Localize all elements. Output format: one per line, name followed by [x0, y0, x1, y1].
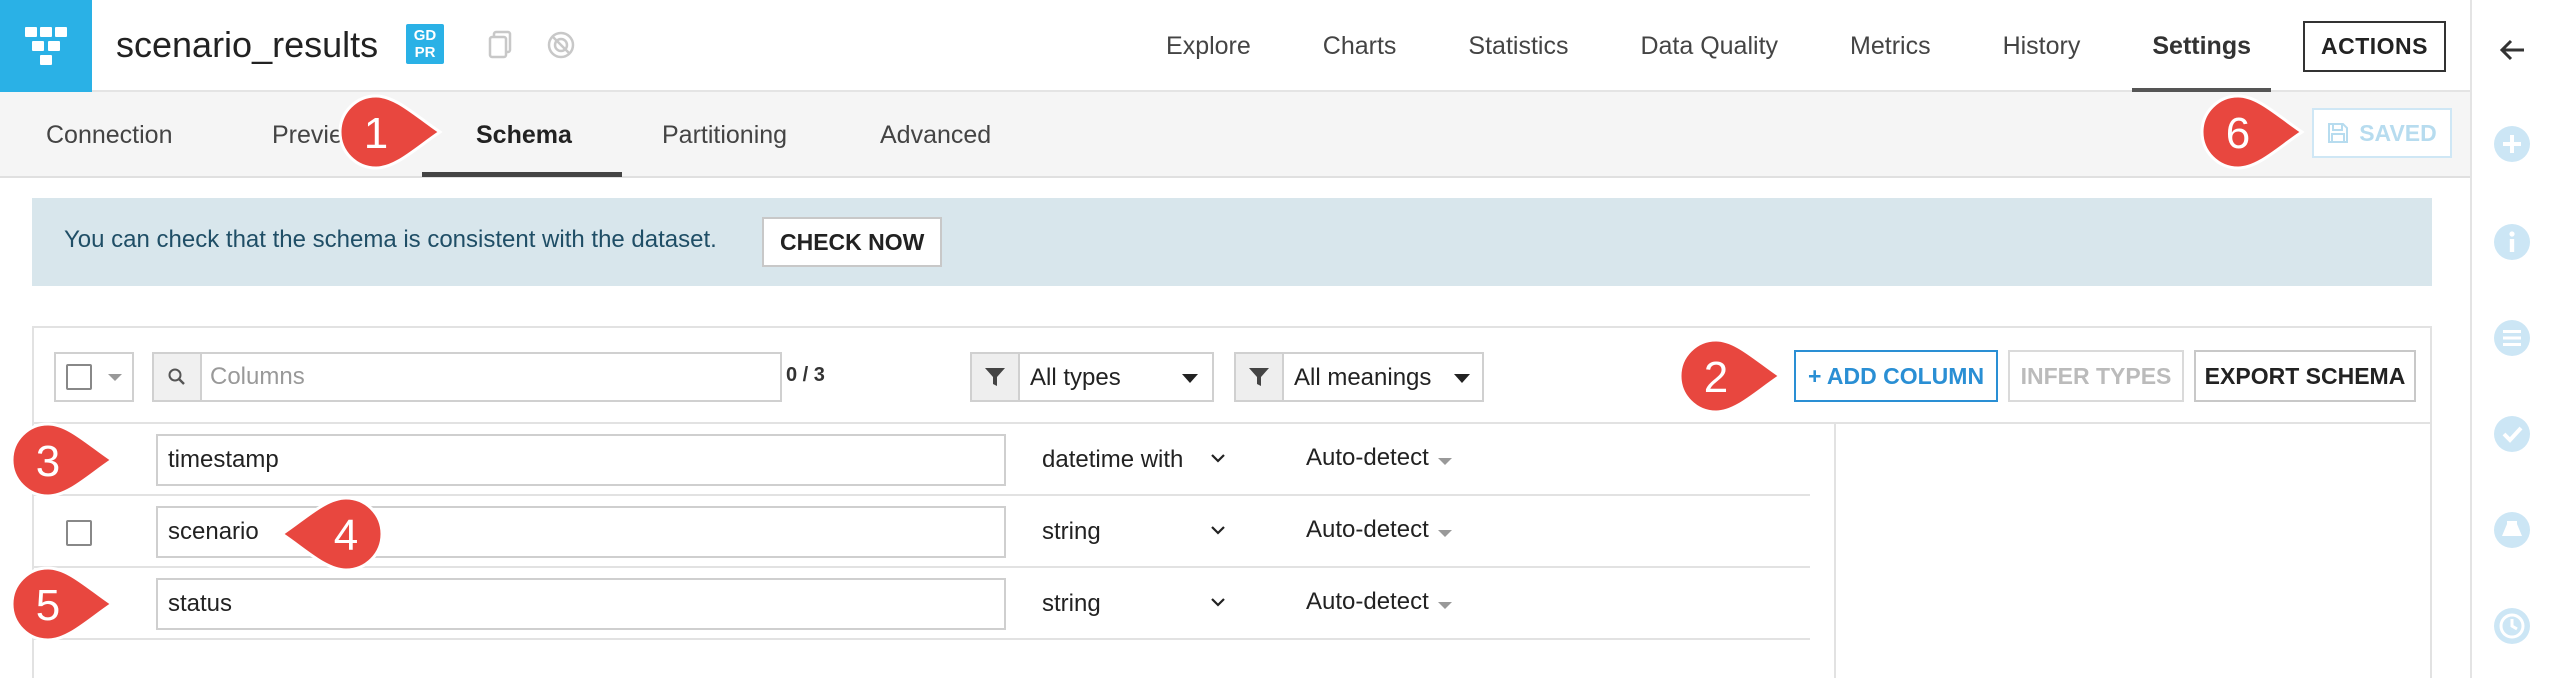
- meaning-filter-label: All meanings: [1294, 364, 1432, 391]
- column-count: 0 / 3: [786, 364, 825, 386]
- saved-label: SAVED: [2359, 119, 2437, 146]
- type-filter-select[interactable]: All types: [970, 352, 1214, 402]
- gdpr-badge-line1: GD: [413, 27, 437, 44]
- watch-icon[interactable]: [544, 28, 578, 62]
- caret-down-icon: [1438, 530, 1452, 537]
- dataset-icon[interactable]: [0, 0, 92, 92]
- app-root: scenario_results GD PR Explore Charts St…: [0, 0, 2552, 678]
- callout-number: 6: [2226, 109, 2250, 158]
- column-type-select[interactable]: string: [1042, 518, 1101, 546]
- dataset-title[interactable]: scenario_results: [116, 22, 378, 68]
- filter-icon-box: [972, 354, 1020, 400]
- table-row: 1 timestamp datetime with Auto-detect: [34, 424, 1810, 496]
- callout-marker-5: 5: [10, 566, 115, 642]
- lab-icon[interactable]: [2492, 510, 2532, 550]
- infer-types-button[interactable]: INFER TYPES: [2008, 350, 2184, 402]
- select-all-dropdown[interactable]: [54, 352, 134, 402]
- banner-text: You can check that the schema is consist…: [64, 226, 717, 253]
- copy-icon[interactable]: [484, 28, 518, 62]
- schema-panel: 0 / 3 All types All meanings: [32, 326, 2432, 678]
- schema-check-banner: You can check that the schema is consist…: [32, 198, 2432, 286]
- tab-schema[interactable]: Schema: [476, 92, 572, 178]
- floppy-icon: [2328, 123, 2349, 143]
- nav-explore[interactable]: Explore: [1166, 0, 1251, 92]
- search-icon: [168, 368, 185, 385]
- callout-number: 3: [36, 437, 60, 486]
- callout-marker-1: 1: [338, 94, 443, 170]
- schema-toolbar: 0 / 3 All types All meanings: [34, 328, 2430, 424]
- saved-button[interactable]: SAVED: [2312, 108, 2452, 158]
- chevron-down-icon[interactable]: [1208, 520, 1228, 540]
- chevron-down-icon: [108, 374, 122, 381]
- filter-icon: [985, 368, 1005, 386]
- nav-statistics[interactable]: Statistics: [1468, 0, 1568, 92]
- top-nav: Explore Charts Statistics Data Quality M…: [1166, 0, 2470, 92]
- chevron-down-icon[interactable]: [1208, 592, 1228, 612]
- nav-settings[interactable]: Settings: [2132, 0, 2271, 92]
- nav-data-quality[interactable]: Data Quality: [1640, 0, 1778, 92]
- tab-partitioning[interactable]: Partitioning: [662, 92, 787, 178]
- gdpr-badge[interactable]: GD PR: [406, 24, 444, 64]
- column-search[interactable]: [152, 352, 782, 402]
- callout-number: 1: [364, 109, 388, 158]
- search-input[interactable]: [210, 360, 770, 394]
- row-checkbox[interactable]: [66, 520, 92, 546]
- nav-metrics[interactable]: Metrics: [1850, 0, 1931, 92]
- table-row: 3 status string Auto-detect: [34, 568, 1810, 640]
- list-icon[interactable]: [2492, 318, 2532, 358]
- add-column-button[interactable]: + ADD COLUMN: [1794, 350, 1998, 402]
- top-header: scenario_results GD PR Explore Charts St…: [0, 0, 2470, 92]
- search-icon-box: [154, 354, 202, 400]
- column-meaning-select[interactable]: Auto-detect: [1306, 588, 1429, 616]
- tab-preview[interactable]: Previe: [272, 92, 343, 178]
- column-type-select[interactable]: string: [1042, 590, 1101, 618]
- check-circle-icon[interactable]: [2492, 414, 2532, 454]
- callout-marker-2: 2: [1678, 338, 1783, 414]
- clock-icon[interactable]: [2492, 606, 2532, 646]
- type-filter-label: All types: [1030, 364, 1121, 391]
- nav-charts[interactable]: Charts: [1323, 0, 1397, 92]
- filter-icon: [1249, 368, 1269, 386]
- meaning-filter-select[interactable]: All meanings: [1234, 352, 1484, 402]
- select-all-checkbox[interactable]: [66, 364, 92, 390]
- nav-history[interactable]: History: [2003, 0, 2081, 92]
- export-schema-button[interactable]: EXPORT SCHEMA: [2194, 350, 2416, 402]
- actions-button[interactable]: ACTIONS: [2303, 20, 2446, 72]
- plus-icon[interactable]: [2492, 124, 2532, 164]
- chevron-down-icon[interactable]: [1208, 448, 1228, 468]
- tab-connection[interactable]: Connection: [46, 92, 172, 178]
- column-type-select[interactable]: datetime with: [1042, 446, 1183, 474]
- active-tab-indicator: [422, 172, 622, 177]
- arrow-left-icon[interactable]: [2492, 30, 2532, 70]
- caret-down-icon: [1182, 374, 1198, 383]
- callout-number: 2: [1704, 353, 1728, 402]
- column-meaning-select[interactable]: Auto-detect: [1306, 444, 1429, 472]
- callout-marker-3: 3: [10, 422, 115, 498]
- callout-marker-4: 4: [279, 496, 384, 572]
- caret-down-icon: [1454, 374, 1470, 383]
- info-icon[interactable]: [2492, 222, 2532, 262]
- callout-number: 5: [36, 581, 60, 630]
- filter-icon-box: [1236, 354, 1284, 400]
- tab-advanced[interactable]: Advanced: [880, 92, 991, 178]
- cubes-icon: [25, 27, 67, 65]
- column-name-input[interactable]: timestamp: [156, 434, 1006, 486]
- panel-divider: [1834, 424, 1836, 678]
- gdpr-badge-line2: PR: [414, 44, 436, 61]
- right-rail: [2470, 0, 2552, 678]
- column-meaning-select[interactable]: Auto-detect: [1306, 516, 1429, 544]
- callout-marker-6: 6: [2200, 94, 2305, 170]
- callout-number: 4: [334, 511, 358, 560]
- caret-down-icon: [1438, 458, 1452, 465]
- column-name-input[interactable]: status: [156, 578, 1006, 630]
- check-now-button[interactable]: CHECK NOW: [762, 217, 943, 267]
- caret-down-icon: [1438, 602, 1452, 609]
